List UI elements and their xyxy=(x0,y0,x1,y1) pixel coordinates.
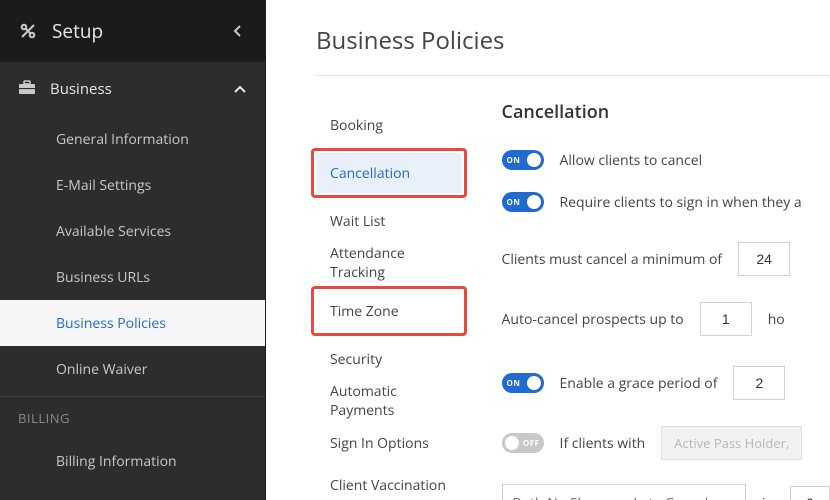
noshow-select[interactable]: Both No Shows or Late Cancels ▼ xyxy=(502,484,746,500)
row-allow-cancel: ON Allow clients to cancel xyxy=(502,150,830,170)
prospects-input[interactable] xyxy=(700,302,752,336)
subnav-item-client-vaccination[interactable]: Client Vaccination xyxy=(316,464,462,500)
subnav-item-sign-in-options[interactable]: Sign In Options xyxy=(316,422,462,464)
select-value: Both No Shows or Late Cancels xyxy=(513,494,715,500)
row-min-cancel: Clients must cancel a minimum of xyxy=(502,242,830,276)
subnav-item-label: Sign In Options xyxy=(330,434,429,453)
sidebar-section-label: Business xyxy=(50,79,112,99)
setting-label: Enable a grace period of xyxy=(560,374,718,393)
subnav-item-wait-list[interactable]: Wait List xyxy=(316,200,462,242)
sidebar-item-billing-information[interactable]: Billing Information xyxy=(0,438,265,484)
subnav-item-automatic-payments[interactable]: Automatic Payments xyxy=(316,380,462,422)
subnav-item-attendance-tracking[interactable]: Attendance Tracking xyxy=(316,242,462,284)
pass-holder-box: Active Pass Holder, xyxy=(661,426,802,460)
subnav-item-label: Cancellation xyxy=(330,164,410,183)
sidebar-item-business-urls[interactable]: Business URLs xyxy=(0,254,265,300)
subnav-item-time-zone[interactable]: Time Zone xyxy=(316,291,462,331)
toggle-if-clients[interactable]: OFF xyxy=(502,433,544,453)
setting-label: Allow clients to cancel xyxy=(560,151,703,170)
caret-down-icon: ▼ xyxy=(725,496,735,500)
sidebar-item-label: Available Services xyxy=(56,222,171,241)
sidebar-item-general-information[interactable]: General Information xyxy=(0,116,265,162)
sidebar: Setup Business General Information E-Mai… xyxy=(0,0,266,500)
setting-label: Clients must cancel a minimum of xyxy=(502,250,723,269)
sidebar-collapse-button[interactable] xyxy=(227,21,247,41)
sidebar-item-label: Online Waiver xyxy=(56,360,147,379)
sidebar-section-billing: BILLING xyxy=(0,396,265,438)
subnav-item-label: Time Zone xyxy=(330,302,399,321)
sidebar-item-email-settings[interactable]: E-Mail Settings xyxy=(0,162,265,208)
settings-heading: Cancellation xyxy=(502,100,830,124)
subnav-item-cancellation[interactable]: Cancellation xyxy=(316,153,462,193)
row-require-signin: ON Require clients to sign in when they … xyxy=(502,192,830,212)
unit-label: ho xyxy=(768,310,785,329)
briefcase-icon xyxy=(18,79,36,100)
min-cancel-input[interactable] xyxy=(738,242,790,276)
main-content: Business Policies Booking Cancellation W… xyxy=(266,0,830,500)
sidebar-item-label: Business Policies xyxy=(56,314,166,333)
toggle-label: ON xyxy=(507,197,521,208)
sidebar-item-label: E-Mail Settings xyxy=(56,176,151,195)
chevron-up-icon xyxy=(233,84,247,94)
sidebar-section-business[interactable]: Business xyxy=(0,62,265,116)
subnav-item-label: Booking xyxy=(330,116,383,135)
sidebar-item-available-services[interactable]: Available Services xyxy=(0,208,265,254)
toggle-label: ON xyxy=(507,155,521,166)
grace-input[interactable] xyxy=(733,366,785,400)
setting-label: Auto-cancel prospects up to xyxy=(502,310,684,329)
policies-subnav: Booking Cancellation Wait List Attendanc… xyxy=(316,98,462,500)
sidebar-item-label: Business URLs xyxy=(56,268,150,287)
setting-label: Require clients to sign in when they a xyxy=(560,193,802,212)
subnav-item-label: Security xyxy=(330,350,382,369)
settings-panel: Cancellation ON Allow clients to cancel … xyxy=(502,98,830,500)
sidebar-item-label: General Information xyxy=(56,130,189,149)
subnav-item-label: Wait List xyxy=(330,212,385,231)
setting-label: If clients with xyxy=(560,434,646,453)
in-value-input[interactable] xyxy=(790,486,830,500)
sidebar-section-label: BILLING xyxy=(18,409,70,427)
subnav-highlight-time-zone: Time Zone xyxy=(311,286,467,336)
sidebar-item-label: Billing Information xyxy=(56,452,177,471)
subnav-item-label: Attendance Tracking xyxy=(330,244,448,282)
subnav-item-label: Client Vaccination xyxy=(330,476,446,495)
sidebar-title: Setup xyxy=(52,18,213,44)
toggle-allow-cancel[interactable]: ON xyxy=(502,150,544,170)
setup-icon xyxy=(18,21,38,41)
row-if-clients: OFF If clients with Active Pass Holder, xyxy=(502,426,830,460)
sidebar-item-online-waiver[interactable]: Online Waiver xyxy=(0,346,265,392)
content-columns: Booking Cancellation Wait List Attendanc… xyxy=(316,98,830,500)
in-label: in xyxy=(762,494,774,500)
row-select-noshows: Both No Shows or Late Cancels ▼ in xyxy=(502,484,830,500)
subnav-item-label: Automatic Payments xyxy=(330,382,448,420)
row-autocancel-prospects: Auto-cancel prospects up to ho xyxy=(502,302,830,336)
row-grace-period: ON Enable a grace period of xyxy=(502,366,830,400)
toggle-grace-period[interactable]: ON xyxy=(502,373,544,393)
sidebar-item-business-policies[interactable]: Business Policies xyxy=(0,300,265,346)
subnav-item-booking[interactable]: Booking xyxy=(316,104,462,146)
subnav-item-security[interactable]: Security xyxy=(316,338,462,380)
subnav-highlight-cancellation: Cancellation xyxy=(311,148,467,198)
page-title: Business Policies xyxy=(316,24,830,76)
toggle-label: OFF xyxy=(523,438,540,449)
sidebar-header: Setup xyxy=(0,0,265,62)
toggle-label: ON xyxy=(507,378,521,389)
toggle-require-signin[interactable]: ON xyxy=(502,192,544,212)
